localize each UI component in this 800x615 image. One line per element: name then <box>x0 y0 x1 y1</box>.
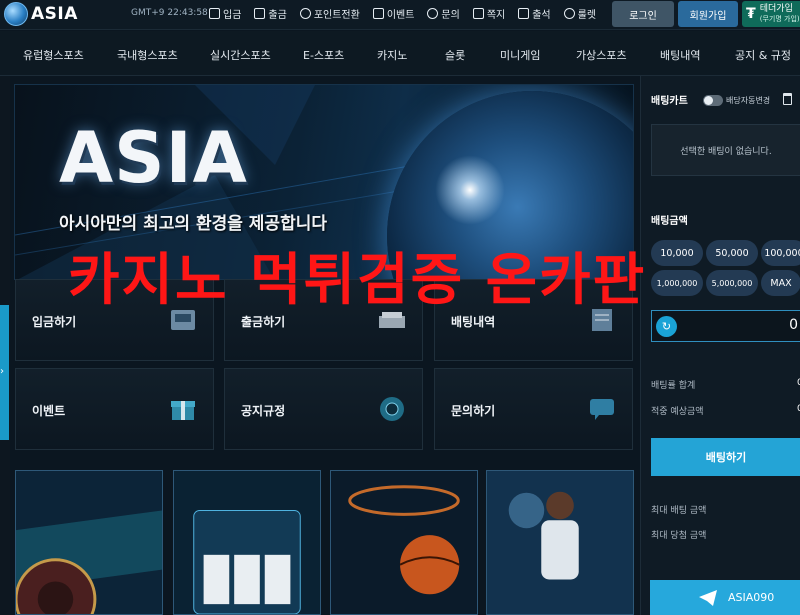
bet-amount-value: 0 <box>789 317 798 333</box>
game-card-live[interactable] <box>486 470 634 615</box>
telegram-button[interactable]: ASIA090 <box>650 580 800 615</box>
nav-virtual-sports[interactable]: 가상스포츠 <box>576 47 627 63</box>
banner-subtitle: 아시아만의 최고의 환경을 제공합니다 <box>59 214 327 234</box>
globe-logo-icon <box>4 2 28 26</box>
nav-esports[interactable]: E-스포츠 <box>303 47 344 63</box>
tether-title: 테더가입 <box>759 4 793 14</box>
tile-label: 출금하기 <box>241 315 286 329</box>
nav-minigame[interactable]: 미니게임 <box>500 47 540 63</box>
topmenu-label: 출금 <box>268 10 287 21</box>
chip-50000[interactable]: 50,000 <box>706 240 758 266</box>
brand-logo[interactable]: ASIA <box>4 2 78 26</box>
topmenu-message[interactable]: 쪽지 <box>472 6 506 21</box>
topmenu-withdraw[interactable]: 출금 <box>254 6 287 21</box>
topmenu-point[interactable]: 포인트전환 <box>299 6 360 21</box>
chip-5000000[interactable]: 5,000,000 <box>706 270 758 296</box>
topmenu-deposit[interactable]: 입금 <box>209 6 241 21</box>
tile-inquiry[interactable]: 문의하기 <box>434 368 633 450</box>
topmenu-label: 문의 <box>441 10 460 21</box>
topmenu-label: 쪽지 <box>486 10 506 21</box>
telegram-label: ASIA090 <box>728 591 775 604</box>
brand-name: ASIA <box>31 4 78 24</box>
auto-odds-toggle[interactable] <box>703 95 723 106</box>
roulette-wheel-icon <box>380 397 404 421</box>
top-bar: ASIA GMT+9 22:43:58 입금 출금 포인트전환 이벤트 문의 쪽… <box>0 0 800 30</box>
banner-logo: ASIA <box>59 117 248 199</box>
main-nav: 유럽형스포츠 국내형스포츠 실시간스포츠 E-스포츠 카지노 슬롯 미니게임 가… <box>0 31 800 76</box>
join-button[interactable]: 회원가입 <box>678 1 738 27</box>
top-menu: 입금 출금 포인트전환 이벤트 문의 쪽지 출석 룰렛 <box>209 6 596 21</box>
topmenu-attendance[interactable]: 출석 <box>518 6 551 21</box>
trash-icon[interactable] <box>783 93 792 105</box>
tile-label: 배팅내역 <box>451 315 496 329</box>
headset-icon <box>427 8 439 19</box>
chevron-right-icon[interactable]: › <box>0 366 4 377</box>
chip-1000000[interactable]: 1,000,000 <box>651 270 703 296</box>
gift-box-icon <box>171 401 195 420</box>
bet-slip-title: 배팅카트 <box>651 96 688 107</box>
bet-amount-title: 배팅금액 <box>651 216 688 227</box>
roulette-table-image <box>16 471 162 614</box>
tile-label: 이벤트 <box>32 404 66 418</box>
nav-euro-sports[interactable]: 유럽형스포츠 <box>23 47 84 63</box>
sun-glow <box>435 155 505 225</box>
telegram-icon <box>699 589 717 606</box>
expected-win-label: 적중 예상금액 <box>651 407 704 417</box>
chip-100000[interactable]: 100,000 <box>761 240 800 266</box>
tile-label: 공지규정 <box>241 404 286 418</box>
chip-max[interactable]: MAX <box>761 270 800 296</box>
topmenu-event[interactable]: 이벤트 <box>372 6 415 21</box>
topmenu-inquiry[interactable]: 문의 <box>427 6 460 21</box>
tile-label: 입금하기 <box>32 315 77 329</box>
nav-casino[interactable]: 카지노 <box>377 47 407 63</box>
empty-slip-message: 선택한 배팅이 없습니다. <box>651 124 800 176</box>
gift-icon <box>372 8 384 19</box>
basketball-image <box>331 471 477 614</box>
nav-slot[interactable]: 슬롯 <box>445 47 465 63</box>
nav-bet-history[interactable]: 배팅내역 <box>660 47 700 63</box>
game-card-casino[interactable] <box>15 470 163 615</box>
roulette-icon <box>563 8 575 19</box>
nav-notice-rules[interactable]: 공지 & 규정 <box>735 47 791 63</box>
place-bet-button[interactable]: 배팅하기 <box>651 438 800 476</box>
refresh-icon[interactable]: ↻ <box>656 316 677 337</box>
bet-slip-panel: 배팅카트 배당자동변경 선택한 배팅이 없습니다. 배팅금액 10,000 50… <box>640 76 800 615</box>
slot-machine-image <box>174 471 320 614</box>
max-win-label: 최대 당첨 금액 <box>651 531 707 541</box>
topmenu-label: 출석 <box>532 10 551 21</box>
point-icon <box>299 8 311 19</box>
game-card-slot[interactable] <box>173 470 321 615</box>
tile-event[interactable]: 이벤트 <box>15 368 214 450</box>
auto-odds-label: 배당자동변경 <box>726 96 771 105</box>
nav-live-sports[interactable]: 실시간스포츠 <box>210 47 271 63</box>
game-card-sports[interactable] <box>330 470 478 615</box>
chat-icon <box>590 399 614 420</box>
soccer-player-image <box>487 471 633 614</box>
topmenu-label: 포인트전환 <box>313 10 360 21</box>
topmenu-label: 룰렛 <box>577 10 597 21</box>
topmenu-label: 이벤트 <box>386 10 415 21</box>
login-button[interactable]: 로그인 <box>612 1 674 27</box>
watermark-text: 카지노 먹튀검증 온카판 <box>68 248 647 313</box>
tile-notice[interactable]: 공지규정 <box>224 368 423 450</box>
tether-join-button[interactable]: ₮ 테더가입 (무기명 가입) <box>742 1 800 27</box>
bet-amount-input[interactable]: ↻ 0 <box>651 310 800 342</box>
withdraw-icon <box>254 8 266 19</box>
tile-label: 문의하기 <box>451 404 496 418</box>
tether-icon: ₮ <box>746 6 756 22</box>
tether-subtitle: (무기명 가입) <box>759 15 800 23</box>
topmenu-roulette[interactable]: 룰렛 <box>563 6 597 21</box>
calendar-check-icon <box>518 8 530 19</box>
deposit-icon <box>209 8 220 19</box>
mail-icon <box>472 8 484 19</box>
topmenu-label: 입금 <box>223 10 242 21</box>
server-clock: GMT+9 22:43:58 <box>131 8 208 18</box>
total-odds-label: 배팅률 합계 <box>651 381 696 391</box>
nav-domestic-sports[interactable]: 국내형스포츠 <box>117 47 178 63</box>
max-bet-label: 최대 배팅 금액 <box>651 506 707 516</box>
chip-10000[interactable]: 10,000 <box>651 240 703 266</box>
